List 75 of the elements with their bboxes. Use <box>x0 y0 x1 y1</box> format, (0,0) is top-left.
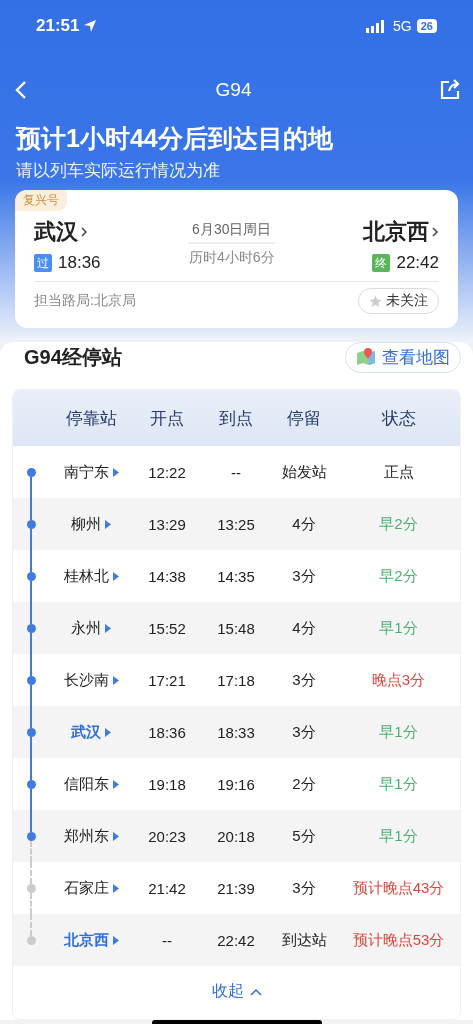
column-header: 停留 <box>286 407 322 430</box>
status-text: 早1分 <box>378 618 419 638</box>
departure-time: 18:36 <box>58 253 101 273</box>
travel-date: 6月30日周日 <box>188 221 276 244</box>
station-name[interactable]: 郑州东 <box>49 826 133 846</box>
station-name[interactable]: 武汉 <box>49 722 133 742</box>
column-header: 到点 <box>218 407 254 430</box>
arrival-estimate: 预计1小时44分后到达目的地 <box>16 123 334 154</box>
stop-duration: 2分 <box>291 774 317 794</box>
stop-duration: 3分 <box>291 722 317 742</box>
departure-time: 15:52 <box>147 619 187 637</box>
column-header: 状态 <box>380 407 417 430</box>
train-type-badge: 复兴号 <box>15 190 67 211</box>
departure-time: 20:23 <box>147 827 187 845</box>
train-number-title: G94 <box>214 79 253 101</box>
departure-time: 12:22 <box>147 463 187 481</box>
station-name[interactable]: 永州 <box>49 618 133 638</box>
arrival-time: 18:33 <box>216 723 256 741</box>
status-text: 早1分 <box>378 722 419 742</box>
column-header: 开点 <box>149 407 185 430</box>
status-text: 早2分 <box>378 514 419 534</box>
stop-duration: 4分 <box>291 618 317 638</box>
status-text: 预计晚点43分 <box>351 878 446 898</box>
pass-tag: 过 <box>34 254 52 272</box>
follow-button[interactable]: 未关注 <box>358 288 439 314</box>
stop-duration: 到达站 <box>280 930 328 950</box>
stop-duration: 3分 <box>291 670 317 690</box>
departure-time: 18:36 <box>147 723 187 741</box>
arrival-time: 19:16 <box>216 775 256 793</box>
departure-station[interactable]: 武汉 <box>34 217 101 247</box>
stop-duration: 5分 <box>291 826 317 846</box>
stop-duration: 3分 <box>291 566 317 586</box>
arrival-time: 17:18 <box>216 671 256 689</box>
station-name[interactable]: 柳州 <box>49 514 133 534</box>
stop-duration: 3分 <box>291 878 317 898</box>
section-title: G94经停站 <box>24 344 122 370</box>
view-map-button[interactable]: 查看地图 <box>345 341 461 373</box>
travel-duration: 历时4小时6分 <box>189 249 275 267</box>
status-text: 晚点3分 <box>370 670 427 690</box>
station-name[interactable]: 石家庄 <box>49 878 133 898</box>
arrival-time: 21:39 <box>216 879 256 897</box>
arrival-station[interactable]: 北京西 <box>363 217 439 247</box>
status-text: 早1分 <box>378 826 419 846</box>
departure-time: 19:18 <box>147 775 187 793</box>
arrival-time: 14:35 <box>216 567 256 585</box>
collapse-button[interactable]: 收起 <box>205 980 268 1003</box>
station-name[interactable]: 信阳东 <box>49 774 133 794</box>
arrival-time: 15:48 <box>216 619 256 637</box>
status-time: 21:51 <box>36 16 80 36</box>
network-label: 5G <box>393 18 412 34</box>
terminal-tag: 终 <box>372 254 391 272</box>
departure-time: 14:38 <box>147 567 187 585</box>
notice-text: 请以列车实际运行情况为准 <box>16 160 221 182</box>
battery-level: 26 <box>416 19 437 33</box>
departure-time: -- <box>161 931 173 949</box>
arrival-time: -- <box>230 463 242 481</box>
status-text: 正点 <box>382 462 415 482</box>
arrival-time: 20:18 <box>216 827 256 845</box>
departure-time: 13:29 <box>147 515 187 533</box>
departure-time: 21:42 <box>147 879 187 897</box>
departure-time: 17:21 <box>147 671 187 689</box>
station-name[interactable]: 长沙南 <box>49 670 133 690</box>
arrival-time: 22:42 <box>396 253 439 273</box>
arrival-time: 13:25 <box>216 515 256 533</box>
status-text: 早2分 <box>378 566 419 586</box>
railway-bureau: 担当路局:北京局 <box>34 292 136 310</box>
status-text: 早1分 <box>378 774 419 794</box>
station-name[interactable]: 桂林北 <box>49 566 133 586</box>
column-header: 停靠站 <box>64 407 118 430</box>
station-name[interactable]: 北京西 <box>49 930 133 950</box>
arrival-time: 22:42 <box>216 931 256 949</box>
stop-duration: 始发站 <box>280 462 328 482</box>
stop-duration: 4分 <box>291 514 317 534</box>
status-text: 预计晚点53分 <box>351 930 446 950</box>
station-name[interactable]: 南宁东 <box>49 462 133 482</box>
